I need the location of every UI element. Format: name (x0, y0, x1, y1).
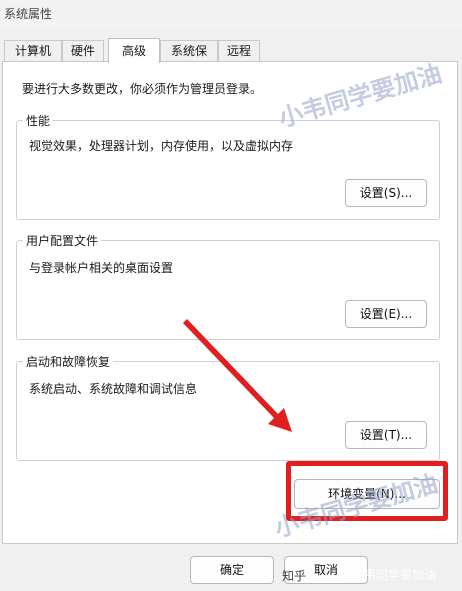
ok-button[interactable]: 确定 (190, 556, 274, 584)
tab-advanced[interactable]: 高级 (108, 38, 160, 63)
zhihu-watermark: 知乎 (282, 569, 307, 583)
footer-watermark: @小韦同学要加油 (340, 568, 437, 582)
